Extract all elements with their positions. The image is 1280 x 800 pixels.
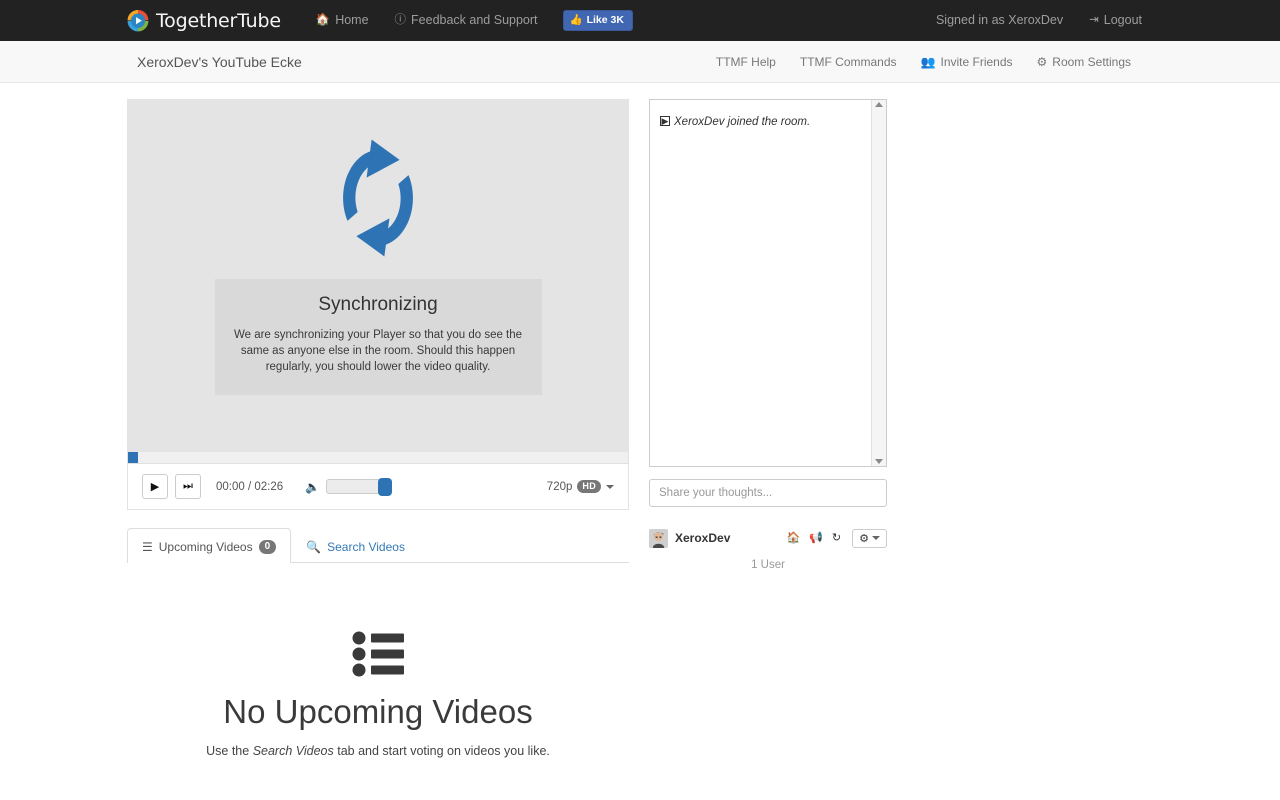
next-video-button[interactable]: ⏭ [175,474,201,499]
room-link-invite-friends[interactable]: 👥 Invite Friends [909,55,1025,69]
play-button[interactable]: ▶ [142,474,168,499]
empty-sub-prefix: Use the [206,744,253,758]
facebook-like-button[interactable]: 👍 Like 3K [562,10,633,31]
chat-scrollbar[interactable] [871,100,886,466]
room-link-ttmf-help-label: TTMF Help [715,54,776,69]
user-actions: 🏠 📢 ↻ ⚙ [787,528,887,548]
chat-message: ▶ XeroxDev joined the room. [660,114,861,130]
search-icon: 🔍 [306,539,322,554]
room-title: XeroxDev's YouTube Ecke [137,53,302,70]
refresh-arrows-icon [333,99,423,262]
logout-link[interactable]: ⇥ Logout [1076,0,1155,41]
volume-control[interactable]: 🔈 [305,478,393,496]
gear-icon: ⚙ [859,532,869,545]
home-icon[interactable]: 🏠 [787,532,801,544]
empty-sub-suffix: tab and start voting on videos you like. [333,744,550,758]
left-column: Synchronizing We are synchronizing your … [127,99,629,758]
tab-search-videos-label: Search Videos [327,539,405,554]
signed-in-as-label: Signed in as XeroxDev [935,13,1064,27]
room-link-ttmf-commands-label: TTMF Commands [799,54,897,69]
sync-title: Synchronizing [318,294,438,315]
room-link-room-settings-label: Room Settings [1052,54,1131,69]
sync-icon[interactable]: ↻ [832,532,841,544]
sync-description: We are synchronizing your Player so that… [233,329,523,373]
scroll-up-arrow-icon[interactable] [875,102,883,107]
room-links: TTMF Help TTMF Commands 👥 Invite Friends… [704,55,1143,69]
thumbs-up-icon: 👍 [569,14,583,26]
user-count-label: 1 User [751,559,785,571]
brand-name: TogetherTube [156,9,281,32]
question-circle-icon: ⓘ [394,14,407,26]
room-link-invite-friends-label: Invite Friends [940,54,1013,69]
time-display: 00:00 / 02:26 [216,480,284,493]
sync-message-box: Synchronizing We are synchronizing your … [214,279,542,395]
list-icon: ☰ [142,539,153,554]
nav-link-home[interactable]: 🏠 Home [303,0,382,41]
play-icon: ▶ [150,481,160,493]
video-player-stage[interactable]: Synchronizing We are synchronizing your … [127,99,629,452]
empty-state-subtitle: Use the Search Videos tab and start voti… [127,744,629,758]
list-ul-icon [127,631,629,677]
user-avatar [649,528,668,548]
video-progress-bar[interactable] [127,452,629,464]
room-link-ttmf-commands[interactable]: TTMF Commands [788,55,909,69]
playlist-tabs: ☰ Upcoming Videos 0 🔍 Search Videos [127,528,629,563]
sign-out-icon: ⇥ [1089,14,1099,26]
scroll-down-arrow-icon[interactable] [875,459,883,464]
upcoming-videos-count-badge: 0 [258,539,277,554]
tab-upcoming-videos-label: Upcoming Videos [158,539,253,554]
chat-message-text: XeroxDev joined the room. [674,116,811,128]
empty-playlist-state: No Upcoming Videos Use the Search Videos… [127,563,629,758]
home-icon: 🏠 [315,14,331,26]
right-column: ▶ XeroxDev joined the room. Share your t… [649,99,887,758]
logout-label: Logout [1103,13,1142,27]
chat-panel: ▶ XeroxDev joined the room. [649,99,887,467]
nav-link-home-label: Home [335,13,369,27]
bullhorn-icon[interactable]: 📢 [809,532,823,544]
user-name: XeroxDev [675,531,731,545]
play-box-icon: ▶ [660,116,670,126]
users-icon: 👥 [920,54,936,69]
room-navbar: XeroxDev's YouTube Ecke TTMF Help TTMF C… [0,41,1280,83]
like-button-label: Like 3K [586,14,624,26]
gear-icon: ⚙ [1036,54,1048,69]
volume-slider[interactable] [326,478,393,496]
tab-upcoming-videos[interactable]: ☰ Upcoming Videos 0 [127,528,292,563]
room-link-room-settings[interactable]: ⚙ Room Settings [1025,55,1143,69]
volume-icon[interactable]: 🔈 [305,480,320,494]
quality-label: 720p [546,480,573,493]
caret-down-icon [606,484,614,489]
caret-down-icon [872,536,880,540]
volume-slider-handle[interactable] [378,478,393,496]
brand-logo-link[interactable]: TogetherTube [125,8,281,34]
empty-sub-emphasis: Search Videos [252,744,334,758]
empty-state-title: No Upcoming Videos [223,693,533,730]
user-settings-dropdown-button[interactable]: ⚙ [852,528,887,548]
tab-search-videos[interactable]: 🔍 Search Videos [291,528,420,563]
user-list-item: XeroxDev 🏠 📢 ↻ ⚙ [649,527,887,549]
nav-link-feedback-label: Feedback and Support [411,13,538,27]
nav-link-feedback[interactable]: ⓘ Feedback and Support [382,0,551,41]
chat-input[interactable] [649,479,887,507]
player-controls: ▶ ⏭ 00:00 / 02:26 🔈 720p HD [127,464,629,510]
user-list: XeroxDev 🏠 📢 ↻ ⚙ 1 User [649,527,887,571]
quality-selector[interactable]: 720p HD [547,480,614,493]
hd-badge: HD [577,480,601,493]
skip-forward-icon: ⏭ [183,480,193,492]
chat-message-list: ▶ XeroxDev joined the room. [650,100,871,466]
video-progress-fill [128,452,138,463]
top-navbar: TogetherTube 🏠 Home ⓘ Feedback and Suppo… [0,0,1280,41]
play-emblem-logo-icon [125,8,151,34]
room-link-ttmf-help[interactable]: TTMF Help [704,55,788,69]
main-container: Synchronizing We are synchronizing your … [125,83,1155,758]
